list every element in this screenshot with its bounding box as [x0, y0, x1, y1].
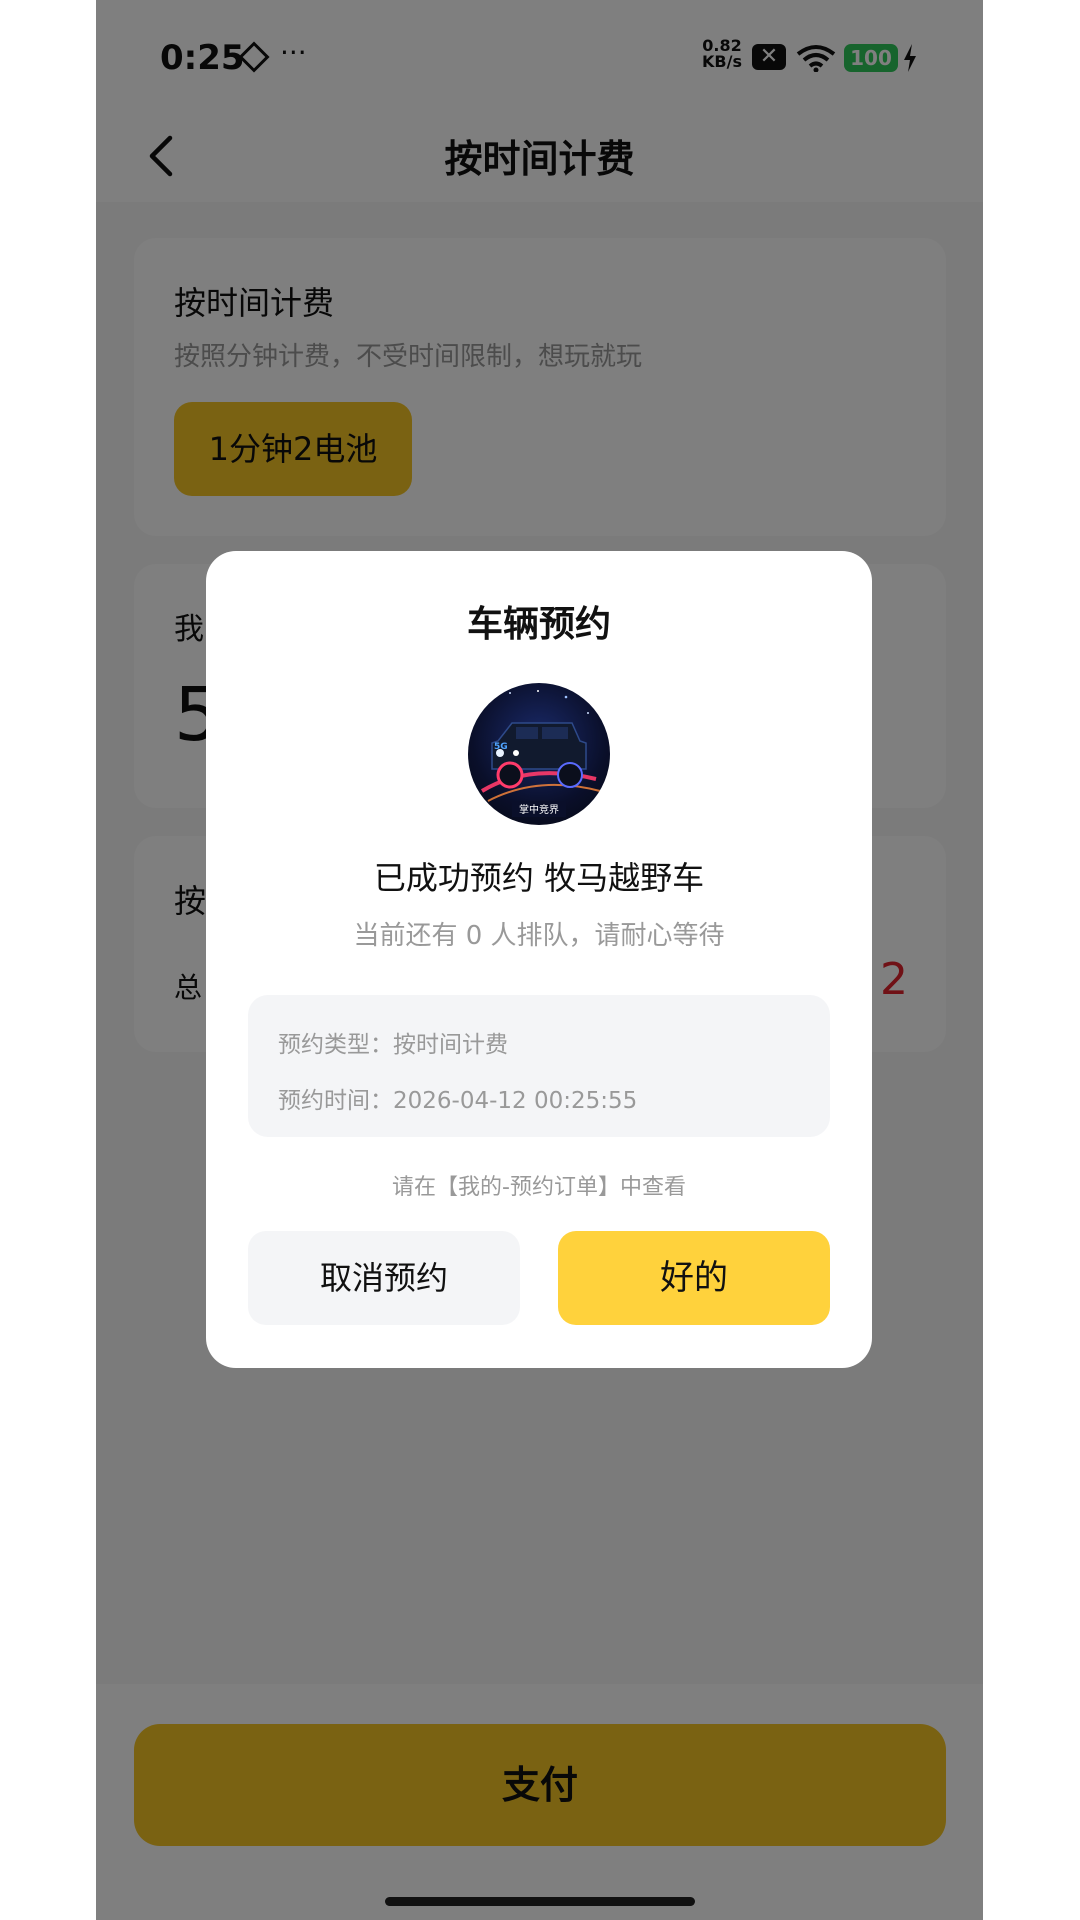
- vehicle-avatar: 5G 掌中竞界: [468, 683, 610, 825]
- vehicle-image: 5G 掌中竞界: [480, 690, 601, 817]
- cancel-reservation-button[interactable]: 取消预约: [248, 1231, 520, 1325]
- ok-button[interactable]: 好的: [558, 1231, 830, 1325]
- phone-screen: 0:25 ··· 0.82 KB/s ✕ 100 按时间计费 按时间计费 按照分…: [96, 0, 983, 1920]
- reservation-info-box: 预约类型：按时间计费 预约时间：2026-04-12 00:25:55: [248, 995, 830, 1137]
- orders-hint-text: 请在【我的-预约订单】中查看: [392, 1175, 686, 1200]
- modal-title: 车辆预约: [466, 604, 611, 645]
- reservation-modal: 车辆预约 5G 掌中竞界 已成功预约 牧马越野车 当前还有 0 人排队，请耐心等…: [206, 551, 872, 1368]
- reservation-type: 预约类型：按时间计费: [278, 1032, 508, 1058]
- reservation-time: 预约时间：2026-04-12 00:25:55: [278, 1088, 638, 1114]
- avatar-caption: 掌中竞界: [519, 803, 559, 816]
- avatar-badge: 5G: [494, 742, 508, 752]
- reservation-success-text: 已成功预约 牧马越野车: [373, 859, 705, 897]
- queue-status-text: 当前还有 0 人排队，请耐心等待: [353, 921, 725, 951]
- home-indicator[interactable]: [385, 1897, 695, 1906]
